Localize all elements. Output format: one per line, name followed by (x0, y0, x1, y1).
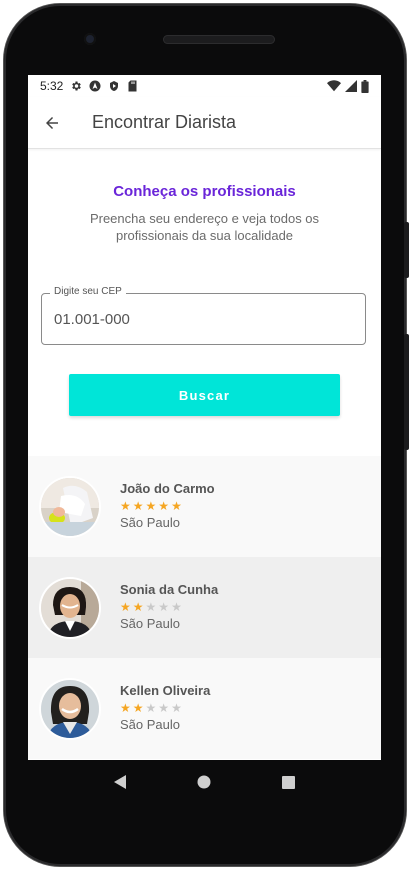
wifi-icon (327, 80, 341, 92)
system-nav-bar (28, 760, 381, 804)
star-filled-icon: ★ (158, 499, 170, 513)
professional-city: São Paulo (120, 515, 180, 530)
star-filled-icon: ★ (120, 499, 131, 513)
star-filled-icon: ★ (132, 499, 144, 513)
star-empty-icon: ★ (158, 701, 170, 715)
star-filled-icon: ★ (171, 499, 182, 513)
circle-home-icon (197, 775, 211, 789)
back-button[interactable] (40, 111, 64, 135)
list-item[interactable]: Kellen Oliveira ★ ★ ★ ★ ★ São Paulo (28, 658, 381, 759)
volume-button (404, 334, 409, 450)
intro-section: Conheça os profissionais Preencha seu en… (28, 149, 381, 244)
shield-icon (110, 81, 119, 91)
cep-field: Digite seu CEP (41, 286, 366, 345)
professional-name: Sonia da Cunha (120, 582, 219, 597)
battery-icon (361, 79, 369, 93)
intro-title: Conheça os profissionais (113, 183, 296, 200)
arrow-left-icon (46, 116, 58, 129)
avatar (41, 679, 99, 738)
signal-icon (345, 80, 357, 92)
app-screen: 5:32 Encontrar Diarista Conheça os profi… (28, 75, 381, 760)
power-button (404, 222, 409, 278)
star-filled-icon: ★ (145, 499, 157, 513)
star-filled-icon: ★ (132, 600, 144, 614)
page-title: Encontrar Diarista (92, 112, 237, 132)
status-bar: 5:32 (28, 75, 381, 97)
star-empty-icon: ★ (171, 600, 182, 614)
intro-subtitle: Preencha seu endereço e veja todos os pr… (89, 211, 320, 243)
app-bar: Encontrar Diarista (28, 97, 381, 149)
rating-stars: ★ ★ ★ ★ ★ (120, 701, 210, 715)
cep-field-outline[interactable] (41, 293, 366, 345)
avatar (41, 477, 99, 536)
rating-stars: ★ ★ ★ ★ ★ (120, 499, 215, 513)
avatar (41, 578, 99, 637)
list-item[interactable]: João do Carmo ★ ★ ★ ★ ★ São Paulo (28, 456, 381, 557)
professional-city: São Paulo (120, 616, 180, 631)
star-empty-icon: ★ (145, 600, 157, 614)
professional-city: São Paulo (120, 717, 180, 732)
star-empty-icon: ★ (145, 701, 157, 715)
sd-card-icon (128, 80, 137, 92)
search-button[interactable]: Buscar (69, 374, 340, 416)
cep-input[interactable] (54, 310, 344, 328)
star-filled-icon: ★ (132, 701, 144, 715)
star-filled-icon: ★ (120, 600, 131, 614)
star-empty-icon: ★ (171, 701, 182, 715)
star-filled-icon: ★ (120, 701, 131, 715)
square-recents-icon (282, 775, 296, 789)
settings-icon (72, 81, 82, 91)
rating-stars: ★ ★ ★ ★ ★ (120, 600, 218, 614)
nav-home-button[interactable] (192, 770, 216, 794)
nav-arrow-icon (89, 80, 101, 92)
nav-back-button[interactable] (108, 770, 132, 794)
cep-field-label: Digite seu CEP (50, 286, 126, 297)
front-camera (84, 33, 96, 45)
professionals-list: João do Carmo ★ ★ ★ ★ ★ São Paulo Sonia da (28, 456, 381, 759)
professional-name: João do Carmo (120, 481, 215, 496)
professional-name: Kellen Oliveira (120, 683, 211, 698)
triangle-back-icon (114, 775, 127, 789)
list-item[interactable]: Sonia da Cunha ★ ★ ★ ★ ★ São Paulo (28, 557, 381, 658)
earpiece-speaker (163, 35, 275, 44)
nav-recents-button[interactable] (277, 770, 301, 794)
status-time: 5:32 (40, 79, 64, 93)
star-empty-icon: ★ (158, 600, 170, 614)
